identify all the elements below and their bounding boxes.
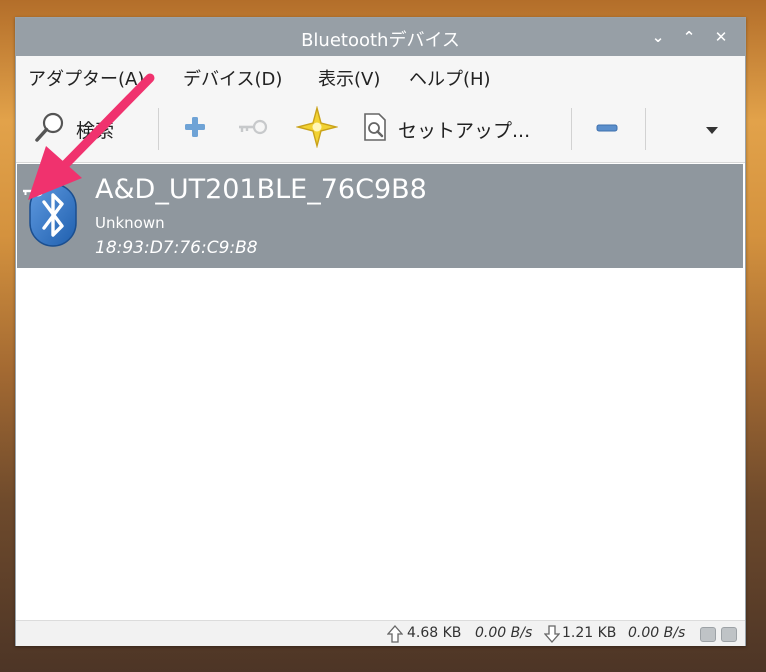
device-name: A&D_UT201BLE_76C9B8 (95, 174, 427, 205)
download-rate: 0.00 B/s (628, 625, 686, 641)
menu-view[interactable]: 表示(V) (318, 65, 380, 91)
rx-indicator-icon (721, 627, 737, 642)
search-label: 検索 (76, 119, 115, 142)
setup-button[interactable]: セットアップ... (360, 96, 530, 162)
add-device-button[interactable] (182, 96, 208, 162)
close-button[interactable]: ✕ (711, 27, 731, 47)
upload-arrow-icon (386, 625, 404, 647)
tx-indicator-icon (700, 627, 716, 642)
toolbar-separator (571, 108, 572, 150)
maximize-button[interactable]: ⌃ (679, 27, 699, 47)
plus-icon (182, 114, 208, 144)
magnifier-icon (34, 110, 68, 148)
device-row[interactable]: A&D_UT201BLE_76C9B8 Unknown 18:93:D7:76:… (17, 164, 743, 268)
document-search-icon (360, 111, 390, 147)
bluetooth-devices-window: Bluetoothデバイス ⌄ ⌃ ✕ アダプター(A) デバイス(D) 表示(… (15, 17, 746, 646)
download-arrow-icon (543, 625, 561, 647)
title-bar[interactable]: Bluetoothデバイス ⌄ ⌃ ✕ (16, 18, 745, 56)
toolbar-separator (645, 108, 646, 150)
pair-button[interactable] (236, 96, 270, 162)
menu-help[interactable]: ヘルプ(H) (409, 65, 491, 91)
window-title: Bluetoothデバイス (301, 30, 460, 51)
download-total: 1.21 KB (562, 625, 617, 641)
toolbar: 検索 セットアップ... (16, 96, 745, 163)
device-class: Unknown (95, 214, 165, 232)
key-icon (236, 117, 270, 141)
device-address: 18:93:D7:76:C9:B8 (95, 238, 258, 258)
search-button[interactable]: 検索 (34, 96, 114, 162)
toolbar-separator (158, 108, 159, 150)
setup-label: セットアップ... (398, 119, 531, 142)
remove-device-button[interactable] (595, 96, 619, 162)
minus-icon (595, 120, 619, 139)
upload-rate: 0.00 B/s (475, 625, 533, 641)
minimize-button[interactable]: ⌄ (648, 27, 668, 47)
dropdown-arrow-icon (704, 120, 720, 139)
toolbar-more-button[interactable] (704, 96, 720, 162)
star-icon (295, 105, 339, 152)
menu-bar: アダプター(A) デバイス(D) 表示(V) ヘルプ(H) (16, 56, 745, 96)
menu-device[interactable]: デバイス(D) (183, 65, 282, 91)
trust-button[interactable] (295, 96, 339, 162)
device-list: A&D_UT201BLE_76C9B8 Unknown 18:93:D7:76:… (17, 164, 743, 620)
paired-key-icon (21, 183, 45, 202)
upload-total: 4.68 KB (407, 625, 462, 641)
menu-adapter[interactable]: アダプター(A) (28, 65, 144, 91)
status-bar: 4.68 KB 0.00 B/s 1.21 KB 0.00 B/s (16, 620, 745, 646)
